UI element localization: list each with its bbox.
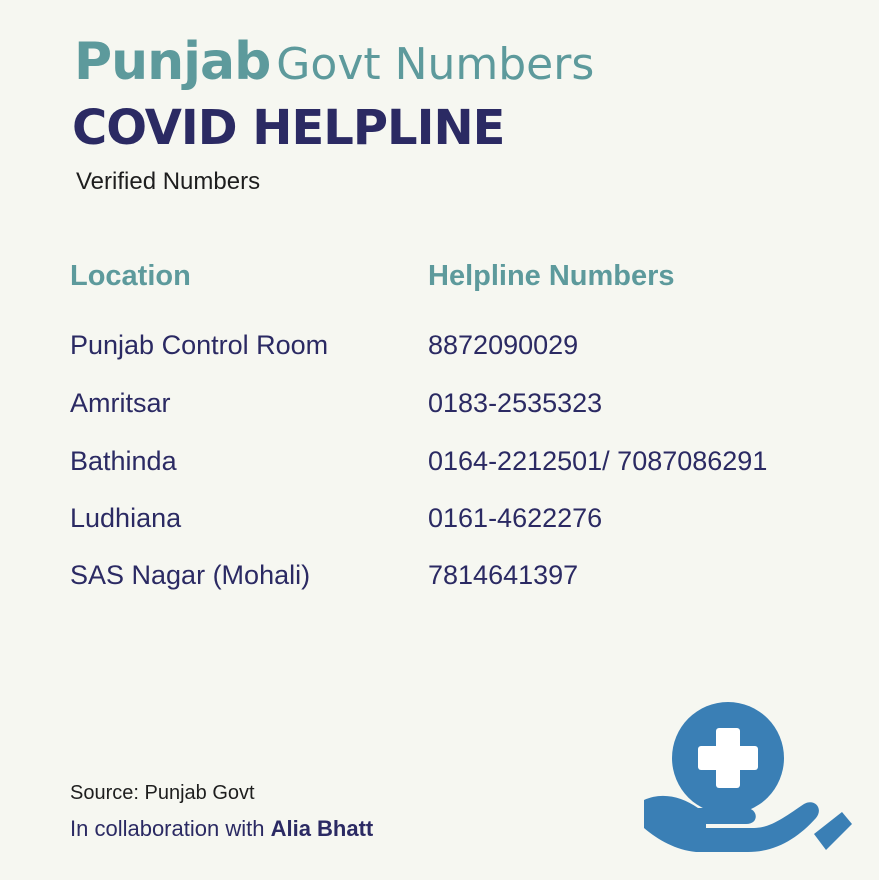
collab-name: Alia Bhatt <box>270 816 374 841</box>
hand-holding-medical-cross-icon <box>644 702 852 852</box>
location-cell: Ludhiana <box>70 503 182 533</box>
location-cell: Bathinda <box>70 446 177 476</box>
subtitle: Verified Numbers <box>76 168 261 195</box>
table-row: Amritsar 0183-2535323 <box>70 388 850 428</box>
location-cell: SAS Nagar (Mohali) <box>70 560 311 590</box>
title-bold: Punjab <box>74 32 271 92</box>
number-cell: 0161-4622276 <box>428 503 603 533</box>
table-row: Bathinda 0164-2212501/ 7087086291 <box>70 446 850 486</box>
number-cell: 8872090029 <box>428 330 579 360</box>
table-row: SAS Nagar (Mohali) 7814641397 <box>70 560 850 600</box>
column-header-numbers: Helpline Numbers <box>428 260 675 292</box>
collab-prefix: In collaboration with <box>70 816 265 841</box>
location-cell: Punjab Control Room <box>70 330 329 360</box>
title-regular: Govt Numbers <box>276 39 595 90</box>
number-cell: 7814641397 <box>428 560 579 590</box>
headline: COVID HELPLINE <box>72 100 505 156</box>
collaboration-credit: In collaboration with Alia Bhatt <box>70 816 373 842</box>
column-header-location: Location <box>70 260 191 292</box>
table-row: Punjab Control Room 8872090029 <box>70 330 850 370</box>
number-cell: 0164-2212501/ 7087086291 <box>428 446 768 476</box>
number-cell: 0183-2535323 <box>428 388 603 418</box>
page-title: Punjab Govt Numbers <box>74 36 594 88</box>
location-cell: Amritsar <box>70 388 171 418</box>
table-row: Ludhiana 0161-4622276 <box>70 503 850 543</box>
source-text: Source: Punjab Govt <box>70 782 255 804</box>
